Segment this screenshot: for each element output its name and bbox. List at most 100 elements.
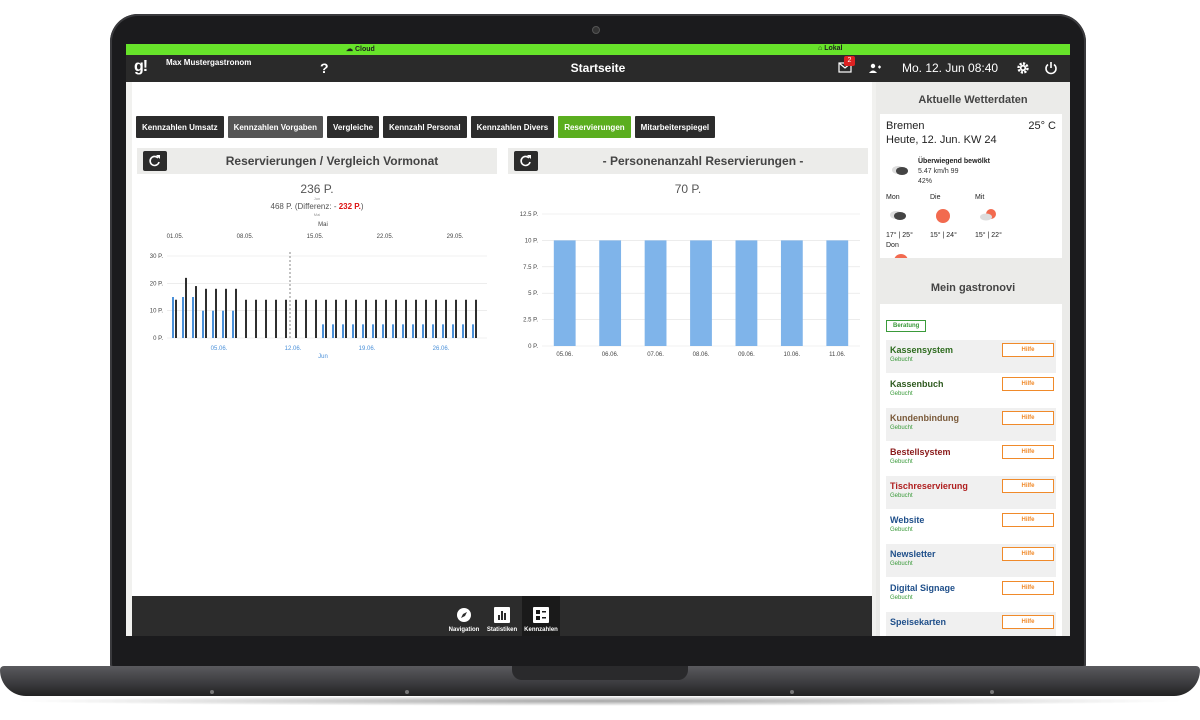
product-row: Tischreservierung Gebucht Hilfe: [886, 476, 1056, 510]
bottom-tick-label: 19.06.: [359, 346, 376, 352]
chart-bar: [385, 299, 387, 338]
chart-bar: [215, 288, 217, 338]
gear-icon[interactable]: [1016, 61, 1030, 75]
x-tick-label: 08.06.: [693, 352, 710, 356]
diff-value: 232 P.: [338, 202, 361, 211]
bottom-navigation: Navigation Statistiken Kennzahlen: [132, 596, 872, 636]
camera-icon: [592, 26, 600, 34]
product-row: Kundenbindung Gebucht Hilfe: [886, 408, 1056, 442]
nav-kennzahlen[interactable]: Kennzahlen: [522, 596, 560, 636]
bottom-axis-label: Jun: [318, 354, 328, 358]
product-name[interactable]: Speisekarten: [890, 617, 946, 627]
product-name[interactable]: Tischreservierung: [890, 481, 968, 491]
chart-bar: [332, 324, 334, 338]
chart-bar: [232, 310, 234, 338]
chart-bar: [235, 288, 237, 338]
chart-bar: [345, 299, 347, 338]
tab-mitarbeiterspiegel[interactable]: Mitarbeiterspiegel: [634, 116, 716, 138]
chart-bar: [432, 324, 434, 338]
product-row: Speisekarten Hilfe: [886, 612, 1056, 636]
chart-bar: [315, 299, 317, 338]
nav-statistiken[interactable]: Statistiken: [484, 596, 520, 636]
x-tick-label: 05.06.: [556, 352, 573, 356]
top-tick-label: 15.05.: [307, 234, 324, 240]
notification-badge: 2: [844, 56, 855, 66]
refresh-button[interactable]: [143, 151, 167, 171]
product-name[interactable]: Kassenbuch: [890, 379, 944, 389]
tab-kennzahlen-umsatz[interactable]: Kennzahlen Umsatz: [136, 116, 224, 138]
tab-kennzahlen-divers[interactable]: Kennzahlen Divers: [470, 116, 555, 138]
x-tick-label: 11.06.: [829, 352, 846, 356]
power-icon[interactable]: [1044, 61, 1058, 75]
chart-bar: [375, 299, 377, 338]
y-tick-label: 10 P.: [150, 309, 164, 315]
nav-navigation[interactable]: Navigation: [446, 596, 482, 636]
main-content: Kennzahlen Umsatz Kennzahlen Vorgaben Ve…: [132, 82, 872, 636]
tab-kennzahlen-vorgaben[interactable]: Kennzahlen Vorgaben: [227, 116, 323, 138]
chart-bar: [780, 240, 803, 346]
bar-chart-icon: [494, 607, 510, 623]
chart-bar: [335, 299, 337, 338]
chart-bar: [295, 299, 297, 338]
help-button[interactable]: Hilfe: [1002, 479, 1054, 493]
sun-cloud-icon: [980, 209, 996, 221]
screen: ☁ Cloud ⌂ Lokal g! Max Mustergastronom ?…: [126, 44, 1070, 636]
product-status: Gebucht: [890, 425, 913, 431]
product-status: Gebucht: [890, 561, 913, 567]
nav-label: Kennzahlen: [524, 627, 558, 633]
chart-bar: [172, 297, 174, 338]
kpi-tabs: Kennzahlen Umsatz Kennzahlen Vorgaben Ve…: [136, 116, 716, 138]
weather-wind: 5.47 km/h 99: [918, 168, 959, 175]
chart-bar: [362, 324, 364, 338]
chart-bar: [422, 324, 424, 338]
help-button[interactable]: Hilfe: [1002, 581, 1054, 595]
chart-bar: [472, 324, 474, 338]
refresh-button[interactable]: [514, 151, 538, 171]
top-tick-label: 29.05.: [447, 234, 464, 240]
help-button[interactable]: Hilfe: [1002, 547, 1054, 561]
product-name[interactable]: Kassensystem: [890, 345, 953, 355]
product-name[interactable]: Website: [890, 515, 924, 525]
compass-icon: [457, 608, 471, 622]
product-name[interactable]: Newsletter: [890, 549, 936, 559]
users-icon[interactable]: [868, 62, 882, 74]
help-button[interactable]: Hilfe: [1002, 445, 1054, 459]
help-button[interactable]: Hilfe: [1002, 615, 1054, 629]
chart-bar: [412, 324, 414, 338]
beratung-button[interactable]: Beratung: [886, 320, 927, 332]
help-button[interactable]: Hilfe: [1002, 411, 1054, 425]
chart-bar: [395, 299, 397, 338]
panel-header: - Personenanzahl Reservierungen -: [508, 148, 868, 174]
chart-bar: [265, 299, 267, 338]
chart-bar: [175, 299, 177, 338]
comparison-line: 468 P. (Differenz: - 232 P.): [137, 202, 497, 211]
y-tick-label: 10 P.: [525, 238, 539, 244]
right-sidebar: Aktuelle Wetterdaten Bremen 25° C Heute,…: [876, 82, 1070, 636]
product-name[interactable]: Bestellsystem: [890, 447, 951, 457]
chart-bar: [325, 299, 327, 338]
tab-kennzahl-personal[interactable]: Kennzahl Personal: [383, 116, 467, 138]
chart-bar: [392, 324, 394, 338]
chart-bar: [644, 240, 667, 346]
help-button[interactable]: Hilfe: [1002, 513, 1054, 527]
help-button[interactable]: Hilfe: [1002, 377, 1054, 391]
help-button[interactable]: Hilfe: [1002, 343, 1054, 357]
chart-bar: [205, 288, 207, 338]
chart-bar: [435, 299, 437, 338]
chart-bar: [425, 299, 427, 338]
tab-vergleiche[interactable]: Vergleiche: [327, 116, 380, 138]
product-name[interactable]: Kundenbindung: [890, 413, 959, 423]
product-status: Gebucht: [890, 391, 913, 397]
chart-bar: [212, 310, 214, 338]
product-row: Bestellsystem Gebucht Hilfe: [886, 442, 1056, 476]
chart-bar: [690, 240, 712, 346]
current-total: 236 P.: [300, 182, 334, 196]
weather-temperature: 25° C: [1028, 120, 1056, 132]
forecast-range: 17° | 25°: [886, 232, 913, 239]
product-row: Kassenbuch Gebucht Hilfe: [886, 374, 1056, 408]
chart-bar: [462, 324, 464, 338]
chart-bar: [195, 286, 197, 338]
product-name[interactable]: Digital Signage: [890, 583, 955, 593]
chart-bar: [275, 299, 277, 338]
tab-reservierungen[interactable]: Reservierungen: [558, 116, 631, 138]
